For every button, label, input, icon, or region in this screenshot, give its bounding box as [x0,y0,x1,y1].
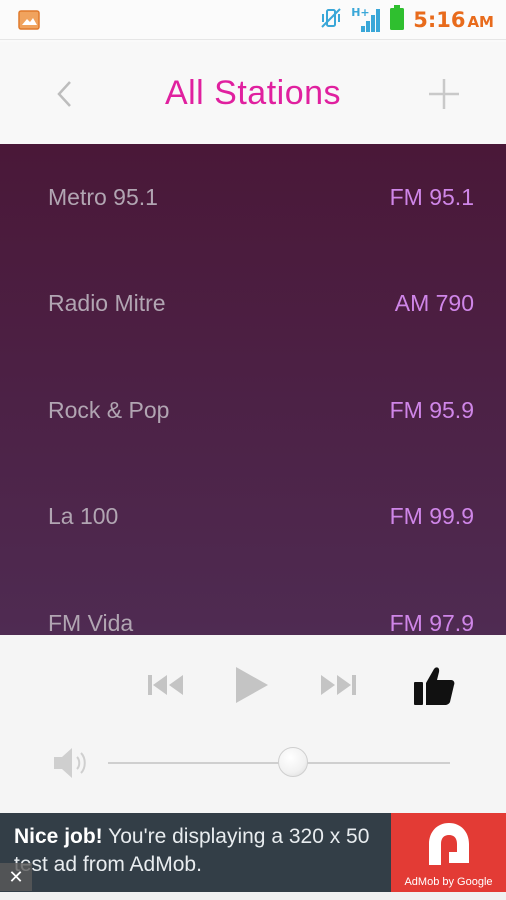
bottom-strip [0,892,506,900]
gallery-notification-icon [18,10,40,34]
next-button[interactable] [318,669,358,701]
clock-time: 5:16 [413,8,466,32]
station-name: Rock & Pop [48,396,170,423]
chevron-left-icon [57,81,71,107]
play-icon [236,667,268,703]
signal-icon: H+ [351,6,381,34]
play-button[interactable] [232,663,272,707]
station-frequency: FM 99.9 [389,503,474,530]
vibrate-icon [319,6,343,34]
volume-icon [52,745,90,781]
station-name: La 100 [48,503,119,530]
app-screen: H+ 5:16 AM All Stations Metro 95.1 FM 95… [0,0,506,900]
player-panel [0,635,506,813]
page-title: All Stations [164,73,342,112]
ad-brand: AdMob by Google [404,876,493,888]
clock-ampm: AM [467,13,494,31]
station-frequency: FM 95.1 [389,183,474,210]
plus-icon [429,79,459,109]
admob-logo: AdMob by Google [391,813,506,892]
previous-button[interactable] [146,669,186,701]
station-row[interactable]: Radio Mitre AM 790 [0,251,506,358]
ad-headline: Nice job! [14,825,103,848]
station-frequency: FM 97.9 [389,609,474,635]
app-header: All Stations [0,42,506,144]
station-row[interactable]: La 100 FM 99.9 [0,464,506,571]
station-name: Radio Mitre [48,290,166,317]
station-name: Metro 95.1 [48,183,158,210]
status-bar: H+ 5:16 AM [0,0,506,40]
station-row[interactable]: Rock & Pop FM 95.9 [0,357,506,464]
station-list[interactable]: Metro 95.1 FM 95.1 Radio Mitre AM 790 Ro… [0,144,506,635]
admob-logo-icon [429,823,469,865]
station-frequency: FM 95.9 [389,396,474,423]
thumbs-up-icon [414,667,455,705]
volume-slider[interactable] [108,747,450,777]
ad-banner[interactable]: Nice job! You're displaying a 320 x 50 t… [0,813,506,900]
ad-text: Nice job! You're displaying a 320 x 50 t… [14,823,384,879]
volume-slider-thumb[interactable] [277,747,308,777]
station-name: FM Vida [48,609,134,635]
battery-icon [389,5,405,35]
station-frequency: AM 790 [394,290,474,317]
like-button[interactable] [410,663,458,709]
previous-icon [148,675,183,695]
ad-close-button[interactable]: ✕ [0,863,32,891]
add-station-button[interactable] [426,76,462,112]
next-icon [321,675,356,695]
back-button[interactable] [50,76,78,112]
status-clock: 5:16 AM [413,8,494,32]
station-row[interactable]: FM Vida FM 97.9 [0,570,506,635]
station-row[interactable]: Metro 95.1 FM 95.1 [0,144,506,251]
